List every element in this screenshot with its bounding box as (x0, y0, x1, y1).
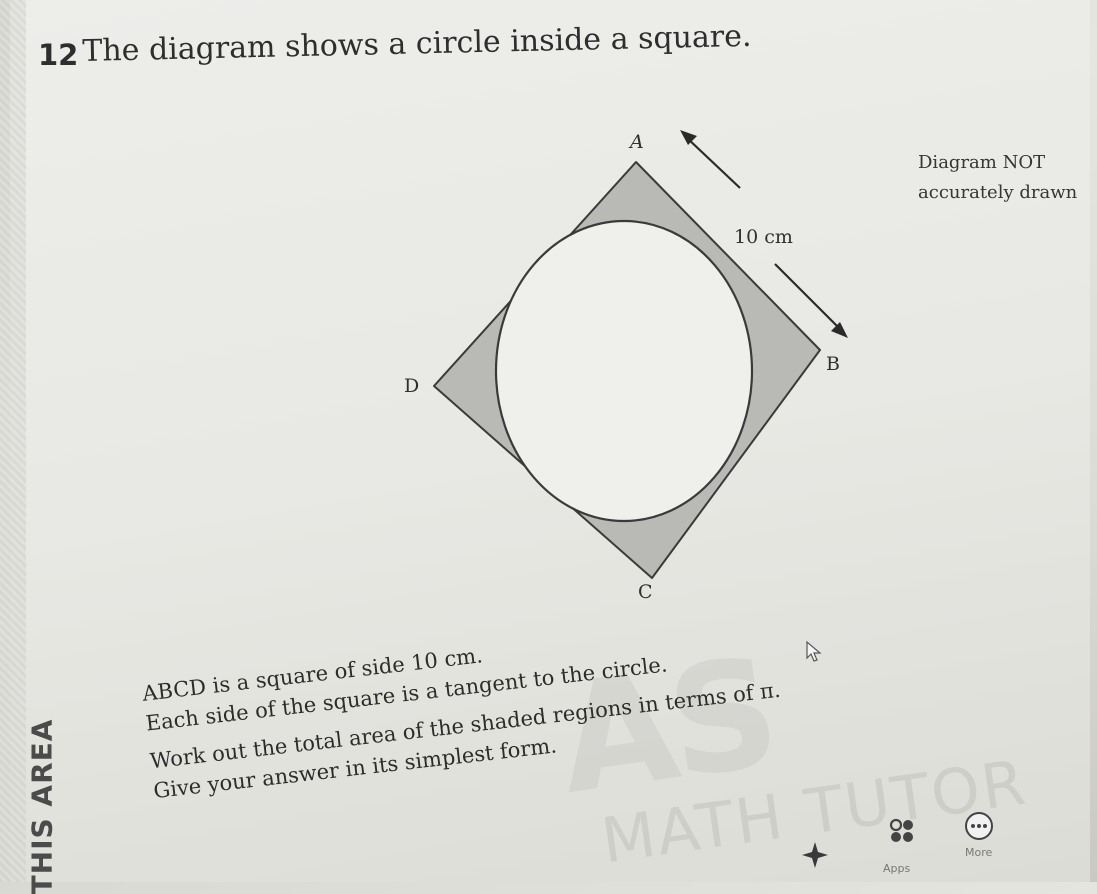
dimension-line-top (685, 136, 741, 189)
taskbar: Apps More (650, 810, 1097, 882)
inscribed-circle (494, 219, 754, 523)
vertex-label-c: C (638, 581, 653, 603)
vertex-label-a: A (628, 131, 644, 153)
side-tab: THIS AREA (4, 719, 58, 894)
side-length-label: 10 cm (734, 226, 793, 248)
more-label[interactable]: More (965, 846, 992, 859)
more-icon[interactable] (963, 810, 995, 842)
arrowhead-down-icon (831, 322, 848, 338)
vertex-label-d: D (404, 375, 419, 397)
copilot-sparkle-icon[interactable] (800, 840, 830, 870)
apps-label[interactable]: Apps (883, 862, 910, 875)
apps-icon[interactable] (887, 816, 917, 846)
arrowhead-up-icon (680, 130, 697, 145)
vertex-label-b: B (826, 353, 840, 375)
side-tab-label: THIS AREA (25, 718, 59, 894)
mouse-cursor-icon (806, 640, 822, 662)
